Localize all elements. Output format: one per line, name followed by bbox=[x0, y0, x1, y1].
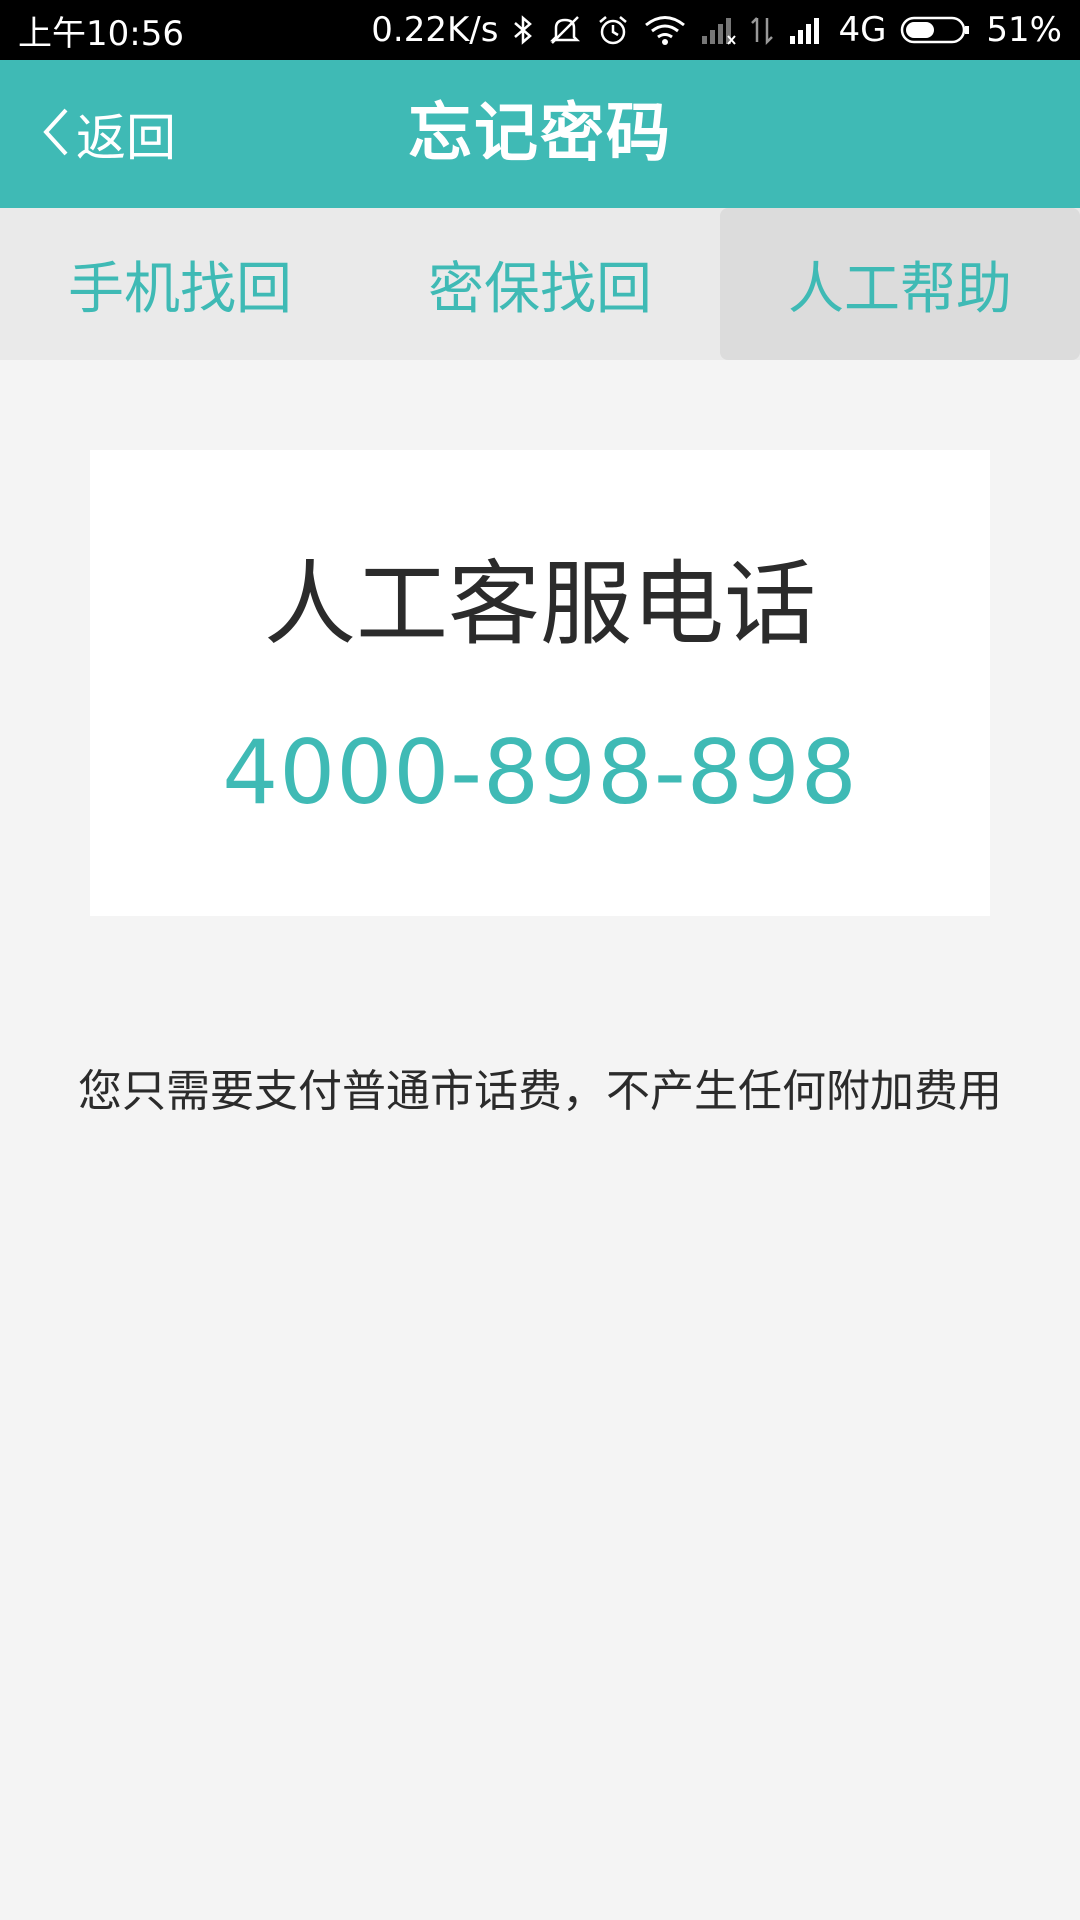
tab-manual-help[interactable]: 人工帮助 bbox=[720, 208, 1080, 360]
status-time: 上午10:56 bbox=[18, 13, 184, 54]
tab-phone-recovery[interactable]: 手机找回 bbox=[0, 208, 360, 360]
alarm-icon bbox=[596, 13, 630, 47]
fee-note: 您只需要支付普通市话费，不产生任何附加费用 bbox=[78, 1066, 1002, 1117]
title-bar: 忘记密码 返回 bbox=[0, 60, 1080, 208]
mute-icon bbox=[548, 13, 582, 47]
screen: 上午10:56 0.22K/s 4G 51% 忘记密码 返回 手机找回 密保找回… bbox=[0, 0, 1080, 1920]
signal-icon bbox=[700, 14, 737, 46]
tab-bar: 手机找回 密保找回 人工帮助 bbox=[0, 208, 1080, 360]
tab-label: 密保找回 bbox=[428, 256, 652, 322]
tab-security-question-recovery[interactable]: 密保找回 bbox=[360, 208, 720, 360]
hotline-title: 人工客服电话 bbox=[263, 551, 816, 658]
hotline-card: 人工客服电话 4000-898-898 bbox=[90, 450, 990, 916]
back-button[interactable]: 返回 bbox=[40, 60, 176, 208]
network-type: 4G bbox=[838, 10, 887, 50]
hotline-phone-number[interactable]: 4000-898-898 bbox=[90, 720, 990, 826]
wifi-icon bbox=[644, 14, 686, 46]
chevron-left-icon bbox=[40, 106, 76, 162]
bluetooth-icon bbox=[512, 14, 534, 46]
net-speed: 0.22K/s bbox=[371, 10, 499, 50]
status-bar: 上午10:56 0.22K/s 4G 51% bbox=[0, 0, 1080, 60]
battery-icon bbox=[900, 14, 972, 46]
battery-percent: 51% bbox=[986, 10, 1062, 50]
back-label: 返回 bbox=[76, 109, 176, 167]
tab-label: 手机找回 bbox=[68, 256, 292, 322]
tab-label: 人工帮助 bbox=[788, 256, 1012, 322]
signal-icon bbox=[788, 14, 824, 46]
data-icon bbox=[750, 14, 774, 46]
